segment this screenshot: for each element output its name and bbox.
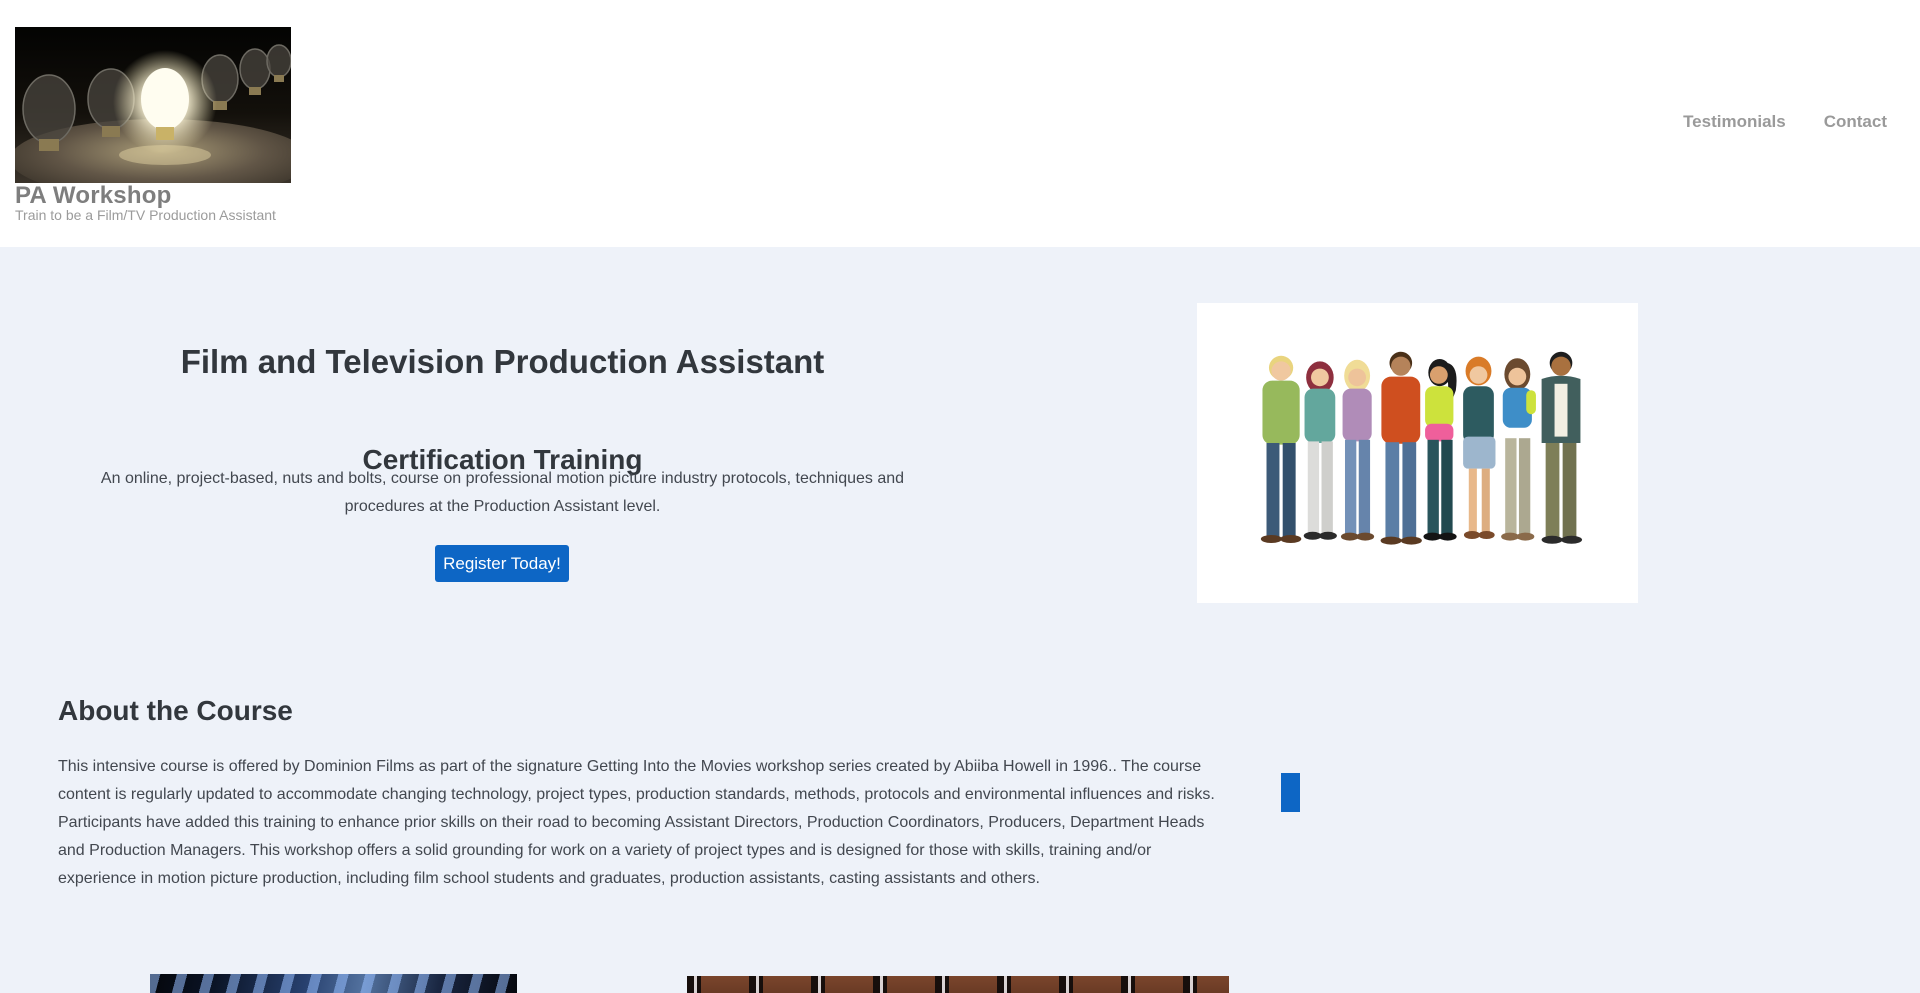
hero-image-card xyxy=(1197,303,1638,603)
main-nav: Testimonials Contact xyxy=(1683,112,1887,132)
film-equipment-photo xyxy=(687,976,1229,993)
page: PA Workshop Train to be a Film/TV Produc… xyxy=(0,0,1920,993)
register-button[interactable]: Register Today! xyxy=(435,545,569,582)
nav-link-testimonials[interactable]: Testimonials xyxy=(1683,112,1786,132)
keyboard-photo xyxy=(150,974,517,993)
site-header: PA Workshop Train to be a Film/TV Produc… xyxy=(0,0,1920,247)
about-heading: About the Course xyxy=(58,694,293,728)
site-logo[interactable] xyxy=(15,27,291,183)
nav-link-contact[interactable]: Contact xyxy=(1824,112,1887,132)
site-tagline: Train to be a Film/TV Production Assista… xyxy=(15,207,276,224)
about-body-text: This intensive course is offered by Domi… xyxy=(58,753,1218,893)
side-widget-button[interactable] xyxy=(1281,773,1300,812)
hero-description: An online, project-based, nuts and bolts… xyxy=(97,465,908,521)
lightbulbs-logo-icon xyxy=(15,27,291,183)
hero-title: Film and Television Production Assistant xyxy=(60,340,945,384)
site-title[interactable]: PA Workshop xyxy=(15,183,171,209)
